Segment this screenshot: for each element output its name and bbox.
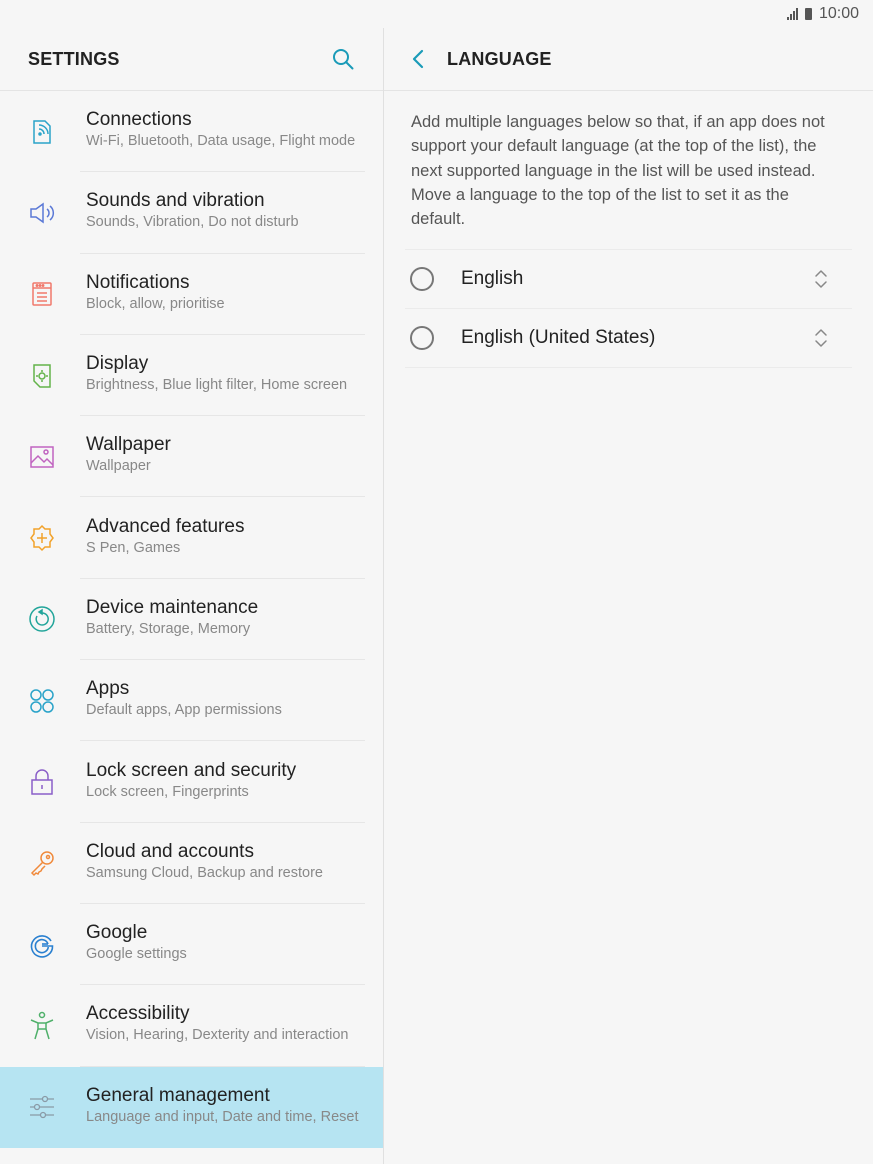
apps-icon [30,688,54,713]
wallpaper-icon [30,446,54,468]
general-management-icon [30,1096,54,1119]
menu-item-lock-screen-and-security[interactable]: Lock screen and security Lock screen, Fin… [0,741,383,823]
status-time: 10:00 [818,5,859,22]
menu-item-google[interactable]: Google Google settings [0,904,383,986]
menu-item-wallpaper[interactable]: Wallpaper Wallpaper [0,416,383,498]
page-title: SETTINGS [28,48,120,69]
menu-item-subtitle: Vision, Hearing, Dexterity and interacti… [86,1027,349,1044]
menu-item-title: Cloud and accounts [86,840,254,862]
menu-item-subtitle: Samsung Cloud, Backup and restore [86,864,323,881]
settings-screen: 10:00 SETTINGS Connections Wi-Fi, Bluetoo… [0,0,873,1164]
menu-item-display[interactable]: Display Brightness, Blue light filter, Ho… [0,335,383,417]
menu-item-notifications[interactable]: Notifications Block, allow, prioritise [0,254,383,336]
notifications-icon [32,282,52,306]
reorder-arrows-icon [815,329,827,347]
language-label: English (United States) [461,327,656,348]
menu-item-subtitle: Sounds, Vibration, Do not disturb [86,214,299,231]
search-icon [333,49,354,70]
settings-header: SETTINGS [0,28,383,91]
menu-item-title: Accessibility [86,1003,190,1025]
menu-item-title: Apps [86,678,130,700]
language-description: Add multiple languages below so that, if… [411,113,825,229]
menu-item-title: Device maintenance [86,596,259,618]
menu-item-accessibility[interactable]: Accessibility Vision, Hearing, Dexterity … [0,985,383,1067]
language-list: English English (United States) [405,249,852,368]
menu-item-cloud-and-accounts[interactable]: Cloud and accounts Samsung Cloud, Backup … [0,823,383,905]
status-bar: 10:00 [0,0,873,28]
menu-item-title: Sounds and vibration [86,190,265,212]
section-title: LANGUAGE [447,48,552,69]
language-label: English [461,268,524,289]
menu-item-subtitle: Battery, Storage, Memory [86,620,251,637]
menu-item-subtitle: S Pen, Games [86,539,181,556]
menu-item-title: Display [86,353,149,375]
reorder-handle[interactable] [812,326,830,350]
menu-item-subtitle: Lock screen, Fingerprints [86,783,249,800]
language-header: LANGUAGE [384,28,873,91]
lock-icon [31,769,53,795]
language-pane: LANGUAGE Add multiple languages below so… [384,28,873,1164]
battery-icon [804,8,812,20]
menu-item-advanced-features[interactable]: Advanced features S Pen, Games [0,497,383,580]
menu-item-subtitle: Language and input, Date and time, Reset [86,1108,359,1125]
menu-item-title: Lock screen and security [86,759,297,781]
menu-item-subtitle: Brightness, Blue light filter, Home scre… [86,377,348,394]
signal-icon [786,8,798,20]
settings-list-pane: SETTINGS Connections Wi-Fi, Bluetooth, Da… [0,28,383,1164]
menu-item-apps[interactable]: Apps Default apps, App permissions [0,660,383,742]
advanced-features-icon [30,525,54,552]
menu-item-title: General management [86,1084,270,1106]
google-icon [30,934,54,958]
menu-item-general-management[interactable]: General management Language and input, Da… [0,1066,383,1148]
speaker-icon [30,202,55,224]
language-row-english[interactable]: English [405,250,852,309]
language-radio[interactable] [410,326,434,350]
menu-item-subtitle: Wallpaper [86,458,151,475]
connections-icon [33,119,51,144]
accessibility-icon [30,1011,54,1040]
reorder-handle[interactable] [812,267,830,291]
device-maintenance-icon [29,606,55,633]
menu-item-title: Google [86,922,148,944]
menu-item-subtitle: Default apps, App permissions [86,702,282,719]
reorder-arrows-icon [815,270,827,288]
menu-item-subtitle: Google settings [86,946,187,963]
back-arrow-icon [412,49,424,69]
menu-item-subtitle: Block, allow, prioritise [86,295,225,312]
menu-item-subtitle: Wi-Fi, Bluetooth, Data usage, Flight mod… [86,133,356,150]
back-button[interactable] [406,47,430,71]
menu-item-connections[interactable]: Connections Wi-Fi, Bluetooth, Data usage,… [0,91,383,173]
menu-item-title: Advanced features [86,515,245,537]
display-icon [33,363,51,388]
menu-item-device-maintenance[interactable]: Device maintenance Battery, Storage, Memo… [0,579,383,661]
language-radio[interactable] [410,267,434,291]
menu-item-title: Connections [86,109,192,131]
menu-item-title: Notifications [86,271,190,293]
settings-menu: Connections Wi-Fi, Bluetooth, Data usage,… [0,91,383,1148]
key-icon [30,851,54,877]
menu-item-sounds-and-vibration[interactable]: Sounds and vibration Sounds, Vibration, D… [0,172,383,254]
menu-item-title: Wallpaper [86,434,171,456]
language-row-english-us[interactable]: English (United States) [405,309,852,368]
search-button[interactable] [329,45,357,73]
